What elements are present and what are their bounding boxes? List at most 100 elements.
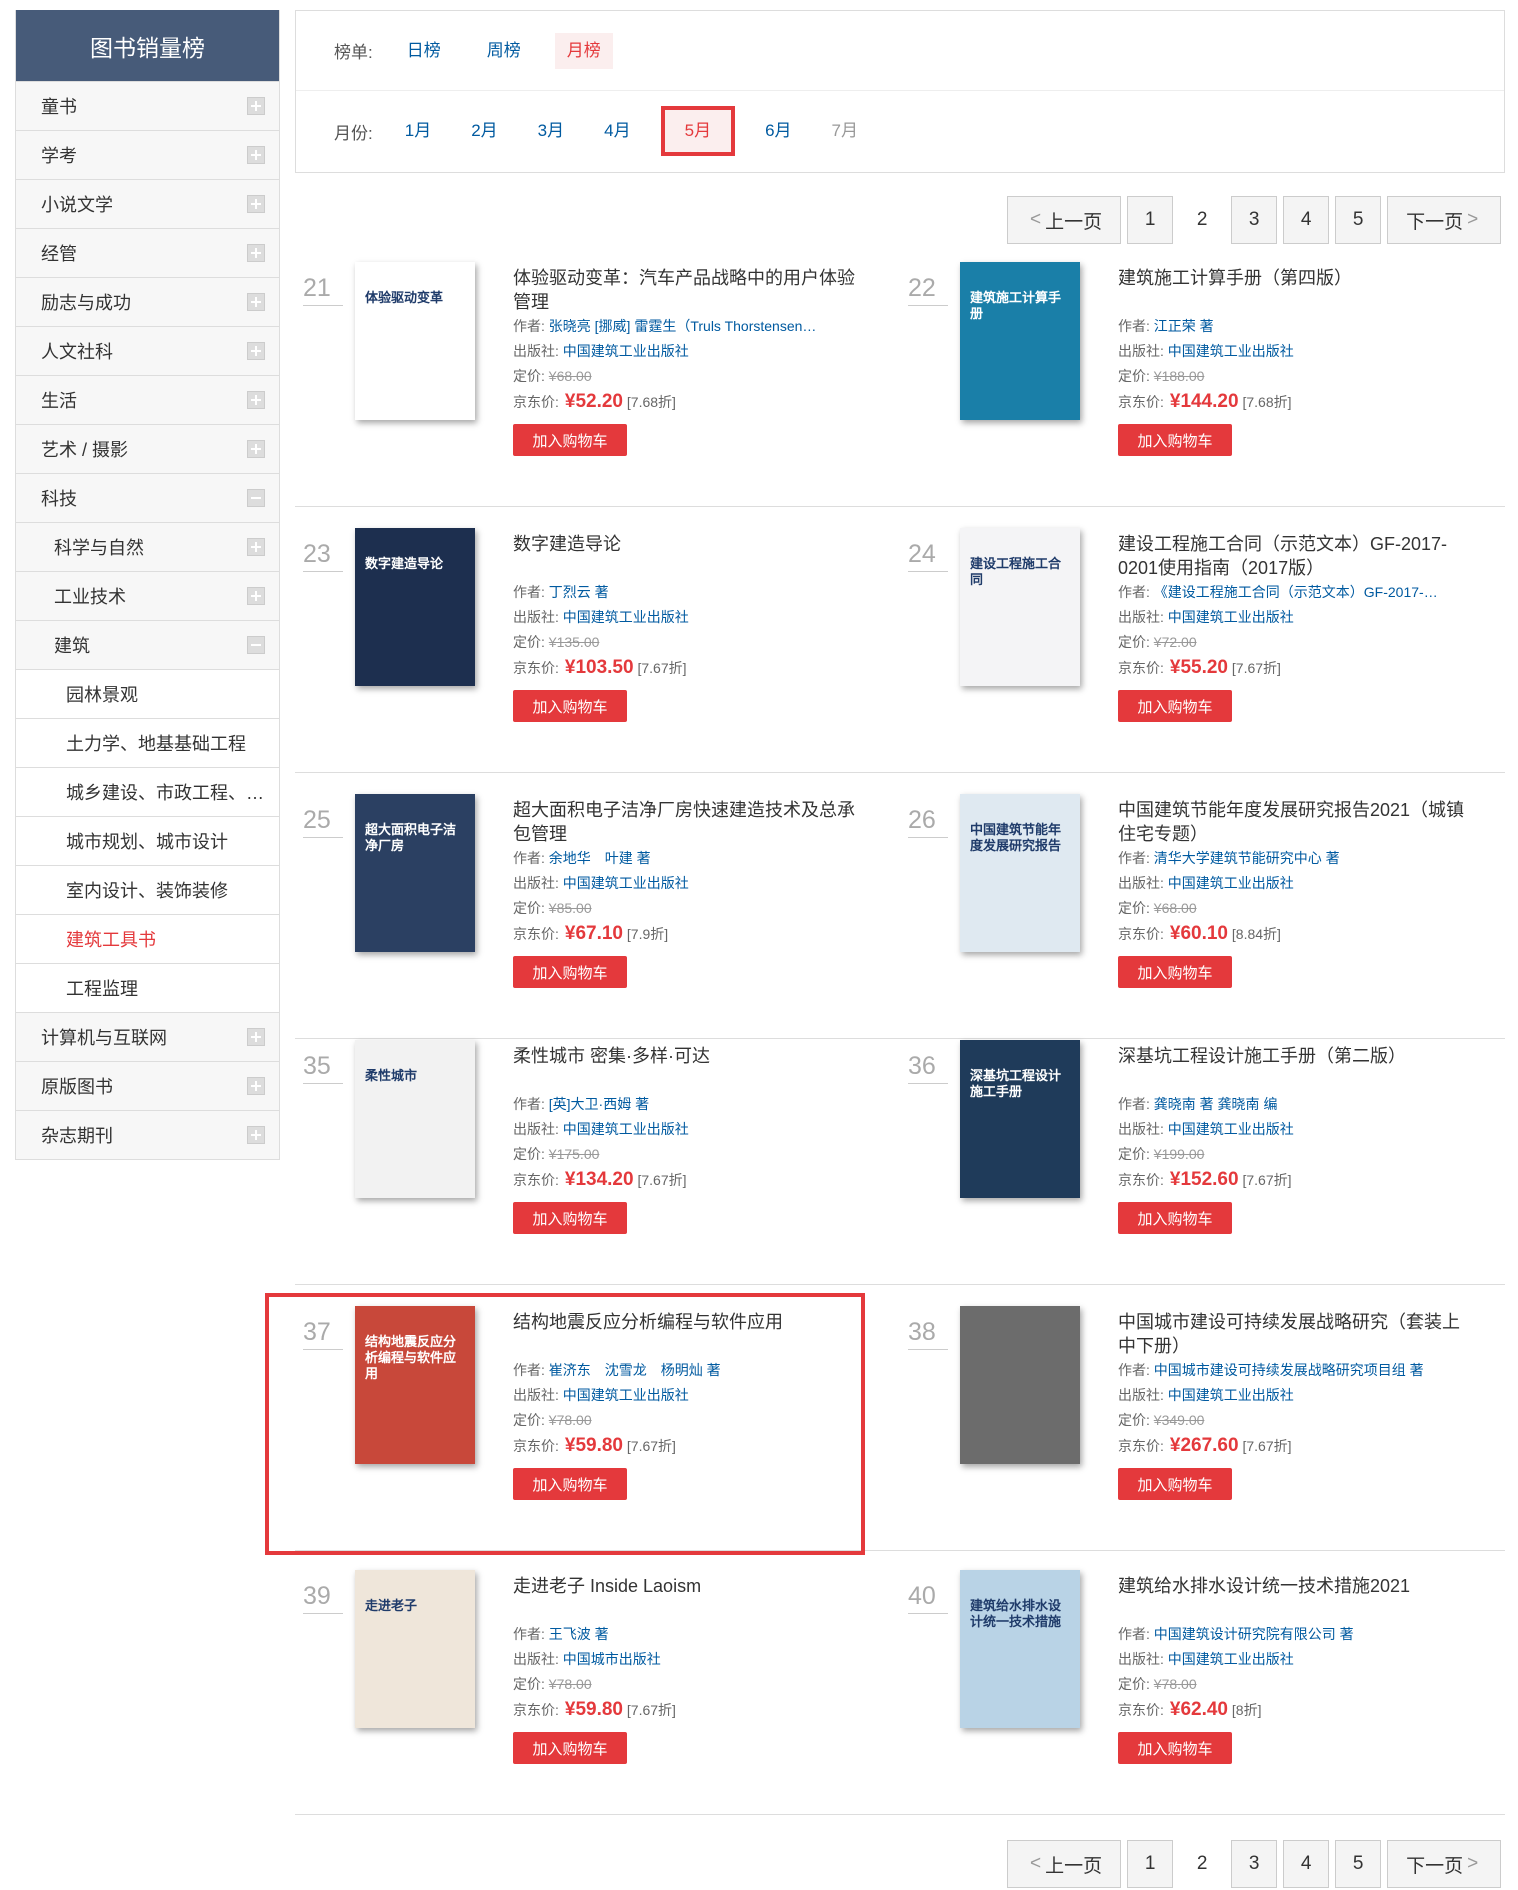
add-to-cart-button[interactable]: 加入购物车 <box>513 1732 627 1764</box>
page-5-button[interactable]: 5 <box>1335 196 1382 244</box>
month-4[interactable]: 4月 <box>594 113 640 149</box>
month-3[interactable]: 3月 <box>528 113 574 149</box>
sidebar-category[interactable]: 园林景观 <box>16 669 279 718</box>
publisher-link[interactable]: 中国建筑工业出版社 <box>1168 609 1294 625</box>
page-1-button[interactable]: 1 <box>1127 1840 1174 1888</box>
book-title-link[interactable]: 中国建筑节能年度发展研究报告2021（城镇住宅专题） <box>1118 798 1473 846</box>
sidebar-category[interactable]: 城市规划、城市设计 <box>16 816 279 865</box>
month-2[interactable]: 2月 <box>461 113 507 149</box>
author-link[interactable]: 清华大学建筑节能研究中心 著 <box>1154 850 1340 866</box>
expand-plus-icon[interactable] <box>247 195 265 213</box>
book-title-link[interactable]: 数字建造导论 <box>513 532 868 580</box>
book-cover[interactable]: 建筑施工计算手册 <box>960 262 1080 420</box>
prev-page-button[interactable]: < 上一页 <box>1007 196 1122 244</box>
publisher-link[interactable]: 中国建筑工业出版社 <box>1168 1121 1294 1137</box>
monthly-list-tab[interactable]: 月榜 <box>554 32 613 69</box>
book-title-link[interactable]: 超大面积电子洁净厂房快速建造技术及总承包管理 <box>513 798 868 846</box>
book-title-link[interactable]: 中国城市建设可持续发展战略研究（套装上中下册） <box>1118 1310 1473 1358</box>
author-link[interactable]: 张晓亮 [挪威] 雷霆生（Truls Thorstensen… <box>549 318 817 334</box>
add-to-cart-button[interactable]: 加入购物车 <box>513 690 627 722</box>
month-6[interactable]: 6月 <box>755 113 801 149</box>
book-cover[interactable]: 柔性城市 <box>355 1040 475 1198</box>
expand-plus-icon[interactable] <box>247 391 265 409</box>
add-to-cart-button[interactable]: 加入购物车 <box>513 1202 627 1234</box>
expand-plus-icon[interactable] <box>247 1077 265 1095</box>
sidebar-category[interactable]: 建筑 <box>16 620 279 669</box>
sidebar-category[interactable]: 励志与成功 <box>16 277 279 326</box>
book-title-link[interactable]: 深基坑工程设计施工手册（第二版） <box>1118 1044 1473 1092</box>
month-1[interactable]: 1月 <box>395 113 441 149</box>
sidebar-category[interactable]: 经管 <box>16 228 279 277</box>
author-link[interactable]: 丁烈云 著 <box>549 584 609 600</box>
expand-plus-icon[interactable] <box>247 97 265 115</box>
publisher-link[interactable]: 中国建筑工业出版社 <box>1168 343 1294 359</box>
next-page-button[interactable]: 下一页 > <box>1387 196 1502 244</box>
publisher-link[interactable]: 中国建筑工业出版社 <box>1168 875 1294 891</box>
expand-plus-icon[interactable] <box>247 1126 265 1144</box>
author-link[interactable]: 中国建筑设计研究院有限公司 著 <box>1154 1626 1354 1642</box>
sidebar-category[interactable]: 人文社科 <box>16 326 279 375</box>
expand-plus-icon[interactable] <box>247 1028 265 1046</box>
collapse-minus-icon[interactable] <box>247 489 265 507</box>
book-title-link[interactable]: 走进老子 Inside Laoism <box>513 1574 868 1622</box>
month-5-selected[interactable]: 5月 <box>660 106 736 156</box>
sidebar-category[interactable]: 小说文学 <box>16 179 279 228</box>
sidebar-category[interactable]: 生活 <box>16 375 279 424</box>
sidebar-category[interactable]: 科技 <box>16 473 279 522</box>
add-to-cart-button[interactable]: 加入购物车 <box>1118 424 1232 456</box>
publisher-link[interactable]: 中国建筑工业出版社 <box>563 1121 689 1137</box>
book-title-link[interactable]: 体验驱动变革：汽车产品战略中的用户体验管理 <box>513 266 868 314</box>
page-3-button[interactable]: 3 <box>1231 1840 1278 1888</box>
book-title-link[interactable]: 建设工程施工合同（示范文本）GF-2017-0201使用指南（2017版） <box>1118 532 1473 580</box>
sidebar-category[interactable]: 工业技术 <box>16 571 279 620</box>
book-cover[interactable] <box>960 1306 1080 1464</box>
expand-plus-icon[interactable] <box>247 244 265 262</box>
author-link[interactable]: 余地华 叶建 著 <box>549 850 651 866</box>
publisher-link[interactable]: 中国建筑工业出版社 <box>1168 1651 1294 1667</box>
publisher-link[interactable]: 中国建筑工业出版社 <box>563 875 689 891</box>
sidebar-category[interactable]: 土力学、地基基础工程 <box>16 718 279 767</box>
publisher-link[interactable]: 中国建筑工业出版社 <box>1168 1387 1294 1403</box>
book-cover[interactable]: 建筑给水排水设计统一技术措施 <box>960 1570 1080 1728</box>
book-cover[interactable]: 走进老子 <box>355 1570 475 1728</box>
add-to-cart-button[interactable]: 加入购物车 <box>1118 956 1232 988</box>
expand-plus-icon[interactable] <box>247 342 265 360</box>
expand-plus-icon[interactable] <box>247 440 265 458</box>
expand-plus-icon[interactable] <box>247 587 265 605</box>
sidebar-category[interactable]: 原版图书 <box>16 1061 279 1110</box>
expand-plus-icon[interactable] <box>247 538 265 556</box>
page-4-button[interactable]: 4 <box>1283 196 1330 244</box>
book-cover[interactable]: 超大面积电子洁净厂房 <box>355 794 475 952</box>
daily-list-tab[interactable]: 日榜 <box>395 33 453 69</box>
book-cover[interactable]: 体验驱动变革 <box>355 262 475 420</box>
sidebar-category[interactable]: 童书 <box>16 81 279 130</box>
book-title-link[interactable]: 柔性城市 密集·多样·可达 <box>513 1044 868 1092</box>
expand-plus-icon[interactable] <box>247 146 265 164</box>
book-cover[interactable]: 建设工程施工合同 <box>960 528 1080 686</box>
book-title-link[interactable]: 建筑施工计算手册（第四版） <box>1118 266 1473 314</box>
page-4-button[interactable]: 4 <box>1283 1840 1330 1888</box>
add-to-cart-button[interactable]: 加入购物车 <box>1118 1468 1232 1500</box>
author-link[interactable]: 中国城市建设可持续发展战略研究项目组 著 <box>1154 1362 1424 1378</box>
add-to-cart-button[interactable]: 加入购物车 <box>513 956 627 988</box>
add-to-cart-button[interactable]: 加入购物车 <box>1118 1732 1232 1764</box>
author-link[interactable]: 江正荣 著 <box>1154 318 1214 334</box>
add-to-cart-button[interactable]: 加入购物车 <box>1118 1202 1232 1234</box>
page-5-button[interactable]: 5 <box>1335 1840 1382 1888</box>
book-cover[interactable]: 数字建造导论 <box>355 528 475 686</box>
book-cover[interactable]: 深基坑工程设计施工手册 <box>960 1040 1080 1198</box>
weekly-list-tab[interactable]: 周榜 <box>475 33 533 69</box>
sidebar-category[interactable]: 杂志期刊 <box>16 1110 279 1159</box>
sidebar-category[interactable]: 科学与自然 <box>16 522 279 571</box>
add-to-cart-button[interactable]: 加入购物车 <box>513 424 627 456</box>
next-page-button[interactable]: 下一页 > <box>1387 1840 1502 1888</box>
sidebar-category[interactable]: 室内设计、装饰装修 <box>16 865 279 914</box>
author-link[interactable]: 龚晓南 著 龚晓南 编 <box>1154 1096 1278 1112</box>
collapse-minus-icon[interactable] <box>247 636 265 654</box>
sidebar-category[interactable]: 艺术 / 摄影 <box>16 424 279 473</box>
author-link[interactable]: 王飞波 著 <box>549 1626 609 1642</box>
sidebar-category[interactable]: 工程监理 <box>16 963 279 1012</box>
book-title-link[interactable]: 建筑给水排水设计统一技术措施2021 <box>1118 1574 1473 1622</box>
author-link[interactable]: [英]大卫·西姆 著 <box>549 1096 649 1112</box>
prev-page-button[interactable]: < 上一页 <box>1007 1840 1122 1888</box>
